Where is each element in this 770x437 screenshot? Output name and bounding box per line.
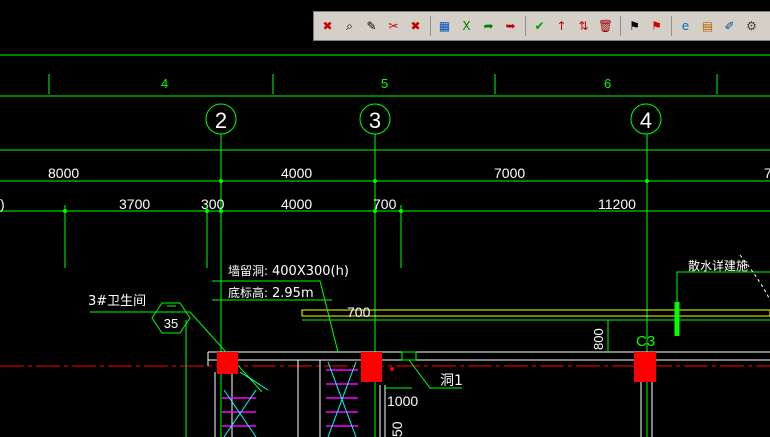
opening-size-label: 墙留洞: <box>228 264 268 278</box>
beam-outline[interactable] <box>301 309 770 317</box>
delete-icon[interactable]: ✖ <box>406 16 425 36</box>
toolbar-separator <box>430 16 431 36</box>
column-c3[interactable] <box>634 352 656 382</box>
export-icon[interactable]: ➦ <box>479 16 498 36</box>
dim-4000-a: 4000 <box>281 165 312 181</box>
dim-tick <box>399 209 403 213</box>
top-label-4: 4 <box>161 76 168 91</box>
dim-8000: 8000 <box>48 165 79 181</box>
cad-close-icon[interactable]: ✖ <box>318 16 337 36</box>
up-arrow-icon[interactable]: ↑ <box>552 16 571 36</box>
layers-icon[interactable]: ▦ <box>435 16 454 36</box>
dim-7-partial: 7 <box>764 165 770 181</box>
grid-number-2: 2 <box>215 108 227 133</box>
room-number: 35 <box>164 316 178 331</box>
column-grid-3[interactable] <box>361 352 382 382</box>
pen-icon[interactable]: ✎ <box>362 16 381 36</box>
dim-50: 50 <box>389 421 405 437</box>
column-grid-2[interactable] <box>217 352 238 374</box>
dim-11200: 11200 <box>598 196 636 212</box>
room-label: 3#卫生间 <box>88 294 146 309</box>
toolbar-separator <box>525 16 526 36</box>
dim-700: 700 <box>373 196 397 212</box>
point-marker <box>390 367 394 371</box>
toolbar-separator <box>671 16 672 36</box>
top-label-6: 6 <box>604 76 611 91</box>
dim-1000: 1000 <box>387 393 418 409</box>
dim-tick <box>219 209 223 213</box>
toolbar-separator <box>620 16 621 36</box>
bottom-elev-value: 2.95m <box>272 286 314 301</box>
drain-label: 散水详建施 <box>688 258 748 273</box>
dim-tick <box>373 209 377 213</box>
flag-red-icon[interactable]: ⚑ <box>647 16 666 36</box>
top-label-5: 5 <box>381 76 388 91</box>
grid-number-3: 3 <box>369 108 381 133</box>
book-icon[interactable]: ▤ <box>698 16 717 36</box>
column-label-c3: C3 <box>636 333 655 350</box>
excel-icon[interactable]: X <box>457 16 476 36</box>
dim-3700: 3700 <box>119 196 150 212</box>
opening-size-value: 400X300(h) <box>272 264 349 279</box>
scissors-icon[interactable]: ✂ <box>384 16 403 36</box>
hole-label: 洞1 <box>440 373 463 389</box>
dim-tick <box>373 179 377 183</box>
cad-drawing-canvas[interactable]: 4 5 6 2 3 4 8000 4000 7000 7 ) 3700 300 … <box>0 0 770 437</box>
dim-4000-b: 4000 <box>281 196 312 212</box>
import-icon[interactable]: ➥ <box>501 16 520 36</box>
dim-tick <box>63 209 67 213</box>
browser-icon[interactable]: e <box>676 16 695 36</box>
flag-black-icon[interactable]: ⚑ <box>625 16 644 36</box>
zoom-window-icon[interactable]: ⌕ <box>340 16 359 36</box>
dim-7000: 7000 <box>494 165 525 181</box>
dim-800: 800 <box>591 328 606 350</box>
tools-icon[interactable]: ⚙ <box>742 16 761 36</box>
dim-paren-partial: ) <box>0 196 5 212</box>
grid-number-4: 4 <box>640 108 652 133</box>
dim-tick <box>205 209 209 213</box>
trash-icon[interactable]: 🗑 <box>596 16 615 36</box>
dim-beam-700: 700 <box>347 304 371 320</box>
dim-tick <box>645 179 649 183</box>
cad-toolbar: ✖ ⌕ ✎ ✂ ✖ ▦ X ➦ ➥ ✔ ↑ ⇅ 🗑 ⚑ ⚑ e ▤ ✐ ⚙ <box>313 11 770 41</box>
hole-marker[interactable] <box>401 351 417 361</box>
dim-tick <box>219 179 223 183</box>
check-icon[interactable]: ✔ <box>530 16 549 36</box>
brush-icon[interactable]: ✐ <box>720 16 739 36</box>
bottom-elev-label: 底标高: <box>228 285 268 300</box>
up-down-icon[interactable]: ⇅ <box>574 16 593 36</box>
